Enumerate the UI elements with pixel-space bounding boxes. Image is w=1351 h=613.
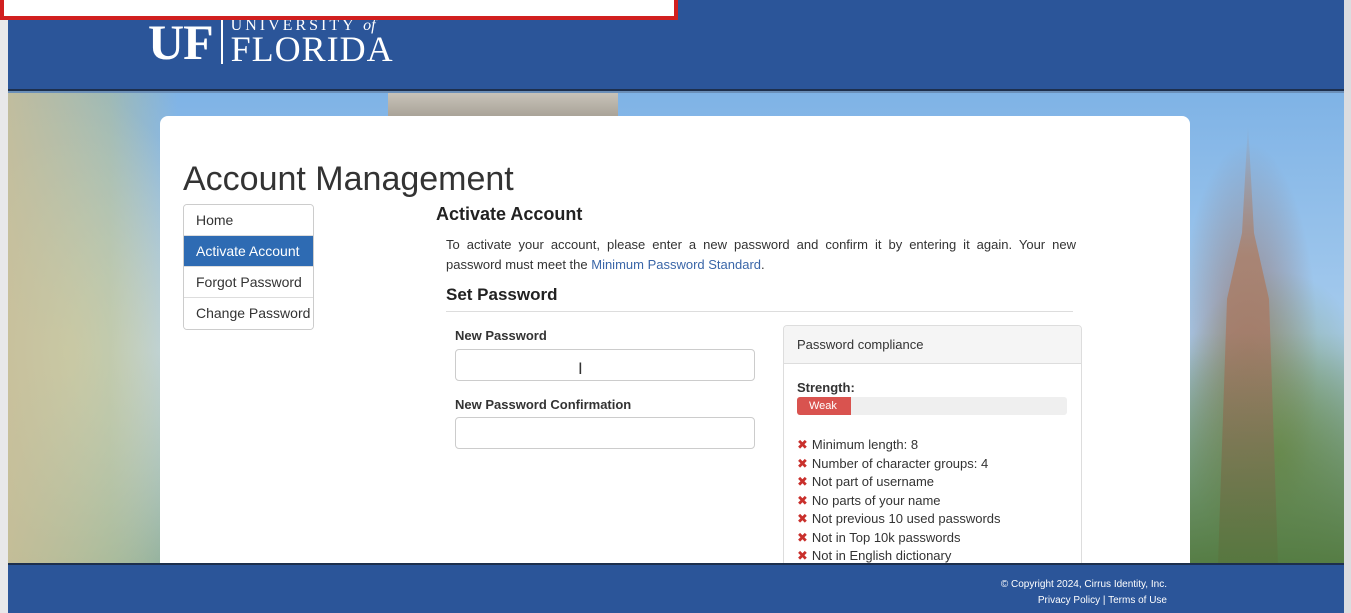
content-area: Activate Account To activate your accoun… bbox=[436, 204, 1076, 312]
fail-x-icon: ✖ bbox=[797, 511, 808, 526]
copyright-text: © Copyright 2024, Cirrus Identity, Inc. bbox=[1000, 579, 1167, 590]
logo-words: UNIVERSITY of FLORIDA bbox=[230, 18, 394, 69]
fail-x-icon: ✖ bbox=[797, 437, 808, 452]
background-foliage bbox=[8, 93, 178, 563]
compliance-rule-text: No parts of your name bbox=[811, 492, 941, 508]
main-panel: Account Management Home Activate Account… bbox=[160, 116, 1190, 585]
logo-florida-text: FLORIDA bbox=[230, 29, 394, 69]
background-trees bbox=[1184, 333, 1344, 563]
new-password-confirmation-input[interactable] bbox=[455, 417, 755, 449]
compliance-rule: ✖ Not previous 10 used passwords bbox=[797, 510, 1001, 529]
new-password-input[interactable] bbox=[455, 349, 755, 381]
logo-divider bbox=[220, 20, 223, 64]
new-password-label: New Password bbox=[455, 328, 547, 343]
compliance-rule: ✖ Minimum length: 8 bbox=[797, 436, 1001, 455]
uf-logo[interactable]: UF UNIVERSITY of FLORIDA bbox=[148, 14, 394, 70]
nav-item-activate-account[interactable]: Activate Account bbox=[184, 236, 313, 267]
fail-x-icon: ✖ bbox=[797, 492, 808, 508]
new-password-confirmation-label: New Password Confirmation bbox=[455, 397, 632, 412]
compliance-rule-text: Not in Top 10k passwords bbox=[811, 529, 961, 545]
fail-x-icon: ✖ bbox=[797, 455, 808, 471]
instructions-text: To activate your account, please enter a… bbox=[446, 235, 1076, 275]
footer-separator: | bbox=[1102, 595, 1106, 606]
privacy-policy-link[interactable]: Privacy Policy bbox=[1038, 595, 1100, 606]
highlight-box bbox=[0, 0, 678, 20]
terms-of-use-link[interactable]: Terms of Use bbox=[1108, 595, 1167, 606]
compliance-rule: ✖ Not part of username bbox=[797, 473, 1001, 492]
fail-x-icon: ✖ bbox=[797, 548, 808, 563]
section-heading: Activate Account bbox=[436, 204, 583, 224]
nav-item-forgot-password[interactable]: Forgot Password bbox=[184, 267, 313, 298]
compliance-rule-text: Minimum length: 8 bbox=[811, 437, 919, 452]
set-password-heading: Set Password bbox=[446, 285, 1073, 312]
nav-item-home[interactable]: Home bbox=[184, 205, 313, 236]
strength-meter-fill: Weak bbox=[797, 397, 851, 415]
logo-uf-text: UF bbox=[148, 14, 214, 70]
fail-x-icon: ✖ bbox=[797, 474, 808, 489]
window-right-edge bbox=[1344, 0, 1351, 613]
compliance-rule-text: Not previous 10 used passwords bbox=[811, 511, 1001, 526]
compliance-rule: ✖ Number of character groups: 4 bbox=[797, 455, 1001, 474]
compliance-rules-list: ✖ Minimum length: 8 ✖ Number of character g… bbox=[797, 436, 1001, 566]
compliance-rule: ✖ No parts of your name bbox=[797, 492, 1001, 511]
footer-text: © Copyright 2024, Cirrus Identity, Inc. … bbox=[1001, 577, 1167, 609]
password-compliance-panel: Password compliance Strength: Weak ✖ Mini… bbox=[783, 325, 1082, 585]
side-nav: Home Activate Account Forgot Password Ch… bbox=[183, 204, 314, 330]
minimum-password-standard-link[interactable]: Minimum Password Standard bbox=[591, 257, 761, 272]
compliance-title: Password compliance bbox=[784, 326, 1081, 364]
window-left-edge bbox=[0, 0, 8, 613]
strength-meter: Weak bbox=[797, 397, 1067, 415]
footer-links: Privacy Policy | Terms of Use bbox=[1001, 593, 1167, 609]
fail-x-icon: ✖ bbox=[797, 529, 808, 545]
instructions-suffix: . bbox=[761, 257, 765, 272]
site-footer: © Copyright 2024, Cirrus Identity, Inc. … bbox=[8, 563, 1344, 613]
compliance-rule-text: Not in English dictionary bbox=[811, 548, 952, 563]
compliance-rule: ✖ Not in Top 10k passwords bbox=[797, 529, 1001, 548]
text-cursor-icon: I bbox=[578, 359, 583, 378]
compliance-rule-text: Not part of username bbox=[811, 474, 935, 489]
strength-label: Strength: bbox=[797, 380, 855, 395]
compliance-rule-text: Number of character groups: 4 bbox=[811, 455, 989, 471]
page-title: Account Management bbox=[183, 160, 514, 198]
nav-item-change-password[interactable]: Change Password bbox=[184, 298, 313, 329]
